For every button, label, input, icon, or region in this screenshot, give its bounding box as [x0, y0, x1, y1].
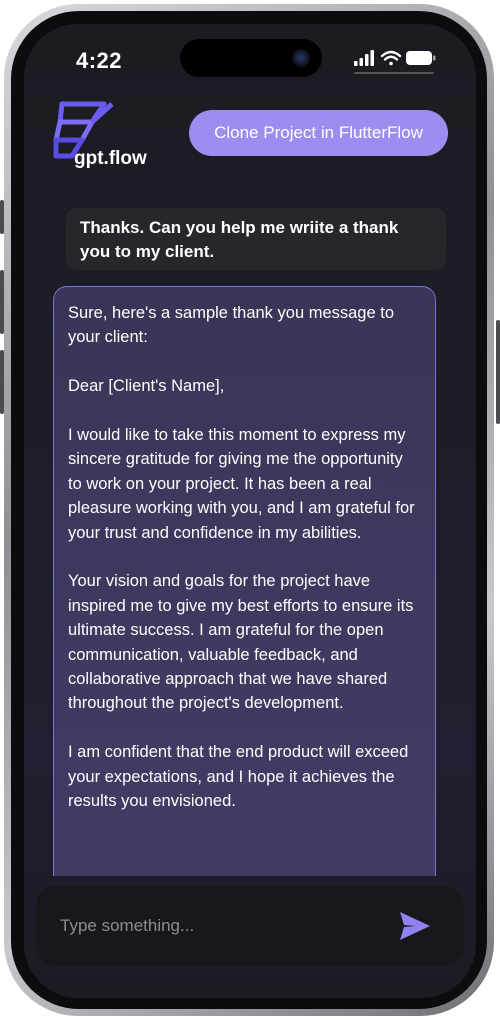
send-icon[interactable]	[398, 910, 432, 942]
user-message-text: Thanks. Can you help me wriite a thank y…	[80, 218, 399, 261]
status-time: 4:22	[76, 48, 123, 73]
status-bar: 4:22	[24, 24, 476, 94]
status-underline	[354, 72, 434, 74]
assistant-paragraph: Sure, here's a sample thank you message …	[68, 304, 394, 347]
power-button	[496, 320, 500, 424]
app-screen: 4:22 gpt.flow Clone Project in FlutterFl…	[24, 24, 476, 998]
volume-down-button	[0, 350, 4, 414]
assistant-message: Sure, here's a sample thank you message …	[53, 286, 436, 876]
assistant-paragraph: Your vision and goals for the project ha…	[68, 572, 414, 713]
status-icons	[354, 50, 436, 66]
message-input[interactable]	[60, 914, 370, 938]
camera-icon	[292, 49, 310, 67]
action-button	[0, 200, 4, 234]
user-message: Thanks. Can you help me wriite a thank y…	[66, 208, 446, 270]
assistant-paragraph: Dear [Client's Name],	[68, 377, 225, 396]
assistant-paragraph: I am confident that the end product will…	[68, 743, 409, 811]
volume-up-button	[0, 270, 4, 334]
signal-icon	[354, 50, 374, 66]
wifi-icon	[380, 50, 402, 66]
clone-project-button[interactable]: Clone Project in FlutterFlow	[189, 110, 448, 156]
battery-icon	[406, 51, 436, 65]
brand-name: gpt.flow	[74, 148, 147, 169]
assistant-paragraph: I would like to take this moment to expr…	[68, 426, 415, 542]
composer-bar	[36, 886, 464, 966]
chat-thread: Thanks. Can you help me wriite a thank y…	[24, 196, 476, 876]
dynamic-island	[180, 39, 322, 77]
